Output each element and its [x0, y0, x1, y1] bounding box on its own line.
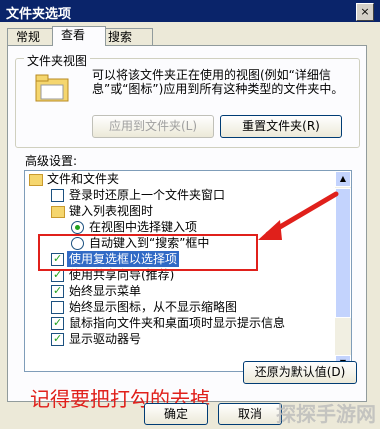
tab-search[interactable]: 搜索 — [99, 28, 153, 46]
tab-view[interactable]: 查看 — [52, 26, 106, 46]
annotation-highlight-box — [38, 234, 258, 271]
checkbox[interactable] — [51, 283, 64, 299]
checkbox[interactable] — [51, 331, 64, 347]
checkbox[interactable] — [51, 315, 64, 331]
checkbox[interactable] — [51, 301, 64, 314]
folder-icon — [29, 174, 43, 186]
watermark: 探探手游网 — [276, 402, 376, 426]
scroll-up-icon[interactable]: ▲ — [335, 171, 351, 187]
window-title: 文件夹选项 — [6, 7, 72, 22]
advanced-settings-label: 高级设置: — [25, 154, 78, 168]
folder-view-label: 文件夹视图 — [24, 52, 91, 69]
reset-folders-button[interactable]: 重置文件夹(R) — [220, 115, 342, 138]
cancel-button[interactable]: 取消 — [218, 403, 282, 425]
radio-button[interactable] — [71, 221, 84, 234]
title-bar: 文件夹选项 × — [0, 0, 380, 22]
folder-view-description: 可以将该文件夹正在使用的视图(例如“详细信息”或“图标”)应用到所有这种类型的文… — [92, 68, 344, 96]
annotation-arrow-icon — [258, 191, 339, 240]
checkbox[interactable] — [51, 189, 64, 202]
ok-button[interactable]: 确定 — [144, 403, 208, 425]
apply-to-folders-button[interactable]: 应用到文件夹(L) — [92, 115, 214, 138]
restore-defaults-button[interactable]: 还原为默认值(D) — [243, 361, 357, 384]
close-button[interactable]: × — [356, 3, 374, 21]
folder-view-icon — [35, 74, 69, 102]
folder-icon — [51, 206, 65, 218]
